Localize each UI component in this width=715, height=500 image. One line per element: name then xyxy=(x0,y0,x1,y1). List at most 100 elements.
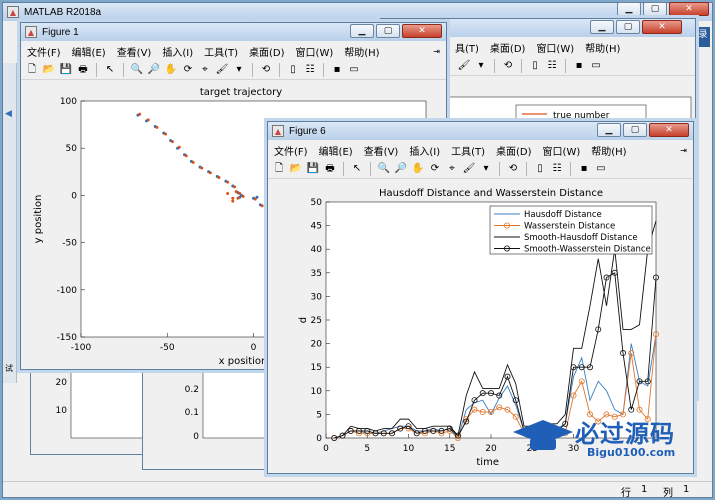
show-plot-tools-icon[interactable]: ▭ xyxy=(594,162,608,176)
pan-icon[interactable]: ✋ xyxy=(164,63,178,77)
brush-icon[interactable]: 🖌 xyxy=(457,59,471,73)
hide-plot-tools-icon[interactable]: ▪ xyxy=(577,162,591,176)
menu-item[interactable]: 插入(I) xyxy=(409,143,440,158)
rotate-icon[interactable]: ⟳ xyxy=(428,162,442,176)
back-window-controls: ▁ ▢ ✕ xyxy=(590,20,711,34)
y-tick-label: -50 xyxy=(62,239,77,249)
y-tick-label: -100 xyxy=(57,286,78,296)
link-plot-icon[interactable]: ⟲ xyxy=(501,59,515,73)
menu-item[interactable]: 查看(V) xyxy=(117,44,152,59)
menu-item[interactable]: 工具(T) xyxy=(451,143,485,158)
colorbar-icon[interactable]: ▯ xyxy=(533,162,547,176)
dropdown-icon[interactable]: ▾ xyxy=(474,59,488,73)
open-file-icon[interactable]: 📂 xyxy=(289,162,303,176)
x-tick-label: 0 xyxy=(323,444,329,454)
data-point xyxy=(226,180,230,184)
maximize-button[interactable]: ▢ xyxy=(616,20,640,34)
menu-overflow-icon[interactable]: ⇥ xyxy=(680,146,687,155)
dropdown-icon[interactable]: ▾ xyxy=(479,162,493,176)
show-plot-tools-icon[interactable]: ▭ xyxy=(589,59,603,73)
menu-item[interactable]: 编辑(E) xyxy=(72,44,106,59)
menu-item[interactable]: 桌面(D) xyxy=(490,40,526,55)
menu-item[interactable]: 工具(T) xyxy=(204,44,238,59)
maximize-button[interactable]: ▢ xyxy=(376,24,400,38)
data-cursor-icon[interactable]: ⌖ xyxy=(445,162,459,176)
y-tick-label: 45 xyxy=(311,222,322,232)
x-axis-label: x position xyxy=(219,356,268,367)
hide-plot-tools-icon[interactable]: ▪ xyxy=(330,63,344,77)
zoom-in-icon[interactable]: 🔍 xyxy=(377,162,391,176)
col-value: 1 xyxy=(683,484,690,495)
pan-icon[interactable]: ✋ xyxy=(411,162,425,176)
show-plot-tools-icon[interactable]: ▭ xyxy=(347,63,361,77)
dropdown-icon[interactable]: ▾ xyxy=(232,63,246,77)
print-icon[interactable]: 🖶 xyxy=(323,162,337,176)
new-figure-icon[interactable]: 🗋 xyxy=(272,162,286,176)
print-icon[interactable]: 🖶 xyxy=(76,63,90,77)
zoom-out-icon[interactable]: 🔎 xyxy=(147,63,161,77)
x-tick-label: 5 xyxy=(364,444,370,454)
menu-item[interactable]: 文件(F) xyxy=(274,143,308,158)
link-plot-icon[interactable]: ⟲ xyxy=(506,162,520,176)
x-tick-label: -100 xyxy=(71,343,92,353)
brush-icon[interactable]: 🖌 xyxy=(215,63,229,77)
figure1-title: Figure 1 xyxy=(42,26,79,38)
data-point xyxy=(138,112,142,116)
close-button[interactable]: ✕ xyxy=(402,24,442,38)
menu-overflow-icon[interactable]: ⇥ xyxy=(433,47,440,56)
colorbar-icon[interactable]: ▯ xyxy=(286,63,300,77)
save-icon[interactable]: 💾 xyxy=(306,162,320,176)
colorbar-icon[interactable]: ▯ xyxy=(528,59,542,73)
minimize-button[interactable]: ▁ xyxy=(350,24,374,38)
save-icon[interactable]: 💾 xyxy=(59,63,73,77)
menu-item[interactable]: 窗口(W) xyxy=(543,143,581,158)
minimize-button[interactable]: ▁ xyxy=(590,20,614,34)
ytick: 0 xyxy=(193,432,199,442)
menu-item[interactable]: 窗口(W) xyxy=(296,44,334,59)
minimize-button[interactable]: ▁ xyxy=(597,123,621,137)
rotate-icon[interactable]: ⟳ xyxy=(181,63,195,77)
close-button[interactable]: ✕ xyxy=(649,123,689,137)
data-cursor-icon[interactable]: ⌖ xyxy=(198,63,212,77)
close-button[interactable]: ✕ xyxy=(669,2,709,16)
brush-icon[interactable]: 🖌 xyxy=(462,162,476,176)
menu-item[interactable]: 窗口(W) xyxy=(536,40,574,55)
menu-item[interactable]: 编辑(E) xyxy=(319,143,353,158)
collapse-icon[interactable]: ◀ xyxy=(5,109,12,119)
legend-icon[interactable]: ☷ xyxy=(545,59,559,73)
ytick: 10 xyxy=(56,406,68,416)
menu-item[interactable]: 插入(I) xyxy=(162,44,193,59)
menu-item[interactable]: 帮助(H) xyxy=(585,40,620,55)
edit-plot-icon[interactable]: ↖ xyxy=(103,63,117,77)
figure6-window-controls: ▁ ▢ ✕ xyxy=(597,123,689,137)
menu-item[interactable]: 桌面(D) xyxy=(249,44,285,59)
zoom-out-icon[interactable]: 🔎 xyxy=(394,162,408,176)
maximize-button[interactable]: ▢ xyxy=(623,123,647,137)
minimize-button[interactable]: ▁ xyxy=(617,2,641,16)
legend-icon[interactable]: ☷ xyxy=(550,162,564,176)
menu-item[interactable]: 文件(F) xyxy=(27,44,61,59)
new-figure-icon[interactable]: 🗋 xyxy=(25,63,39,77)
y-tick-label: 50 xyxy=(66,144,78,154)
maximize-button[interactable]: ▢ xyxy=(643,2,667,16)
y-axis-label: d xyxy=(298,317,309,323)
legend-icon[interactable]: ☷ xyxy=(303,63,317,77)
menu-item[interactable]: 帮助(H) xyxy=(344,44,379,59)
menu-item[interactable]: 具(T) xyxy=(455,40,479,55)
menu-item[interactable]: 帮助(H) xyxy=(591,143,626,158)
legend-label: Wasserstein Distance xyxy=(524,222,615,232)
edit-plot-icon[interactable]: ↖ xyxy=(350,162,364,176)
y-tick-label: 25 xyxy=(311,316,322,326)
zoom-in-icon[interactable]: 🔍 xyxy=(130,63,144,77)
menu-item[interactable]: 桌面(D) xyxy=(496,143,532,158)
y-tick-label: 15 xyxy=(311,363,322,373)
link-plot-icon[interactable]: ⟲ xyxy=(259,63,273,77)
figure6-menubar: 文件(F) 编辑(E) 查看(V) 插入(I) 工具(T) 桌面(D) 窗口(W) 帮助(H)… xyxy=(268,141,693,159)
hide-plot-tools-icon[interactable]: ▪ xyxy=(572,59,586,73)
y-axis-label: y position xyxy=(33,195,44,244)
figure1-toolbar: 🗋 📂 💾 🖶 ↖ 🔍 🔎 ✋ ⟳ ⌖ 🖌 ▾ ⟲ ▯ ☷ ▪ ▭ xyxy=(21,60,446,80)
close-button[interactable]: ✕ xyxy=(642,20,682,34)
menu-item[interactable]: 查看(V) xyxy=(364,143,399,158)
open-file-icon[interactable]: 📂 xyxy=(42,63,56,77)
figure1-window-controls: ▁ ▢ ✕ xyxy=(350,24,442,38)
